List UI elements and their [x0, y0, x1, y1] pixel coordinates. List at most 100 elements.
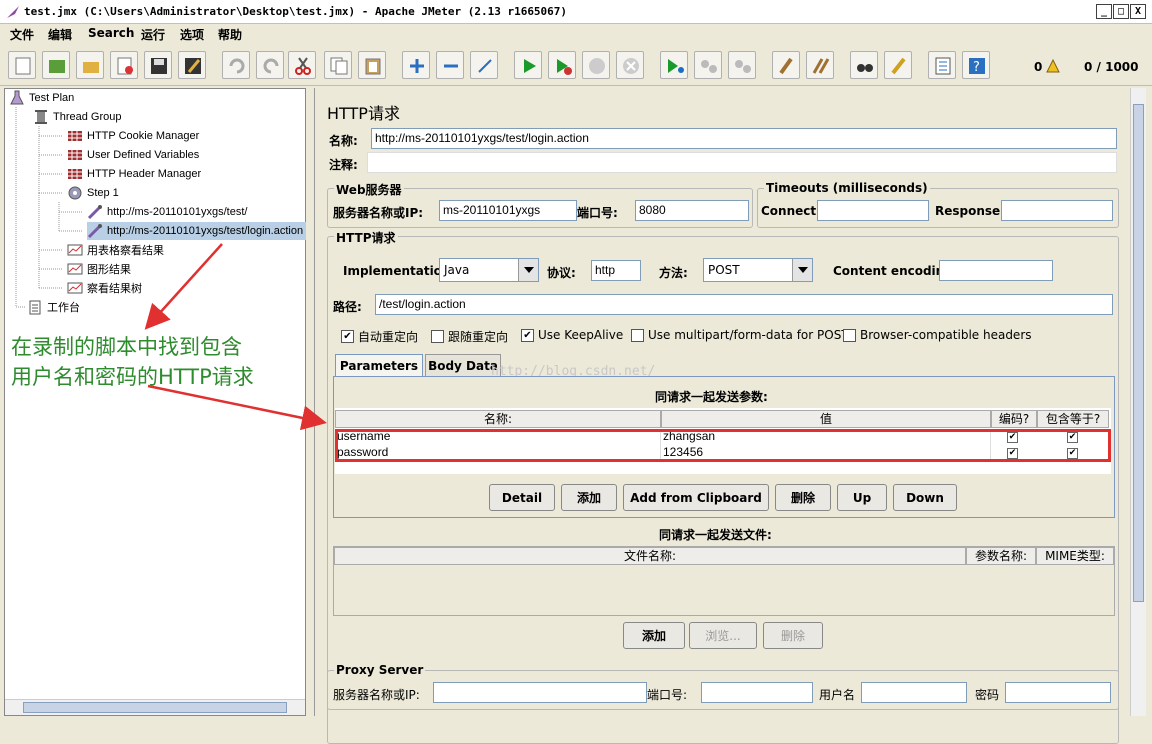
horizontal-scrollbar[interactable] — [5, 699, 305, 715]
remote-stop-icon[interactable] — [694, 51, 722, 79]
stop-icon[interactable] — [582, 51, 610, 79]
checkbox-box[interactable]: ✔ — [341, 330, 354, 343]
port-label: 端口号: — [577, 206, 618, 220]
method-label: 方法: — [659, 266, 688, 280]
browse-button[interactable]: 浏览... — [689, 622, 757, 649]
save-as-icon[interactable] — [178, 51, 206, 79]
method-select[interactable]: POST — [703, 258, 813, 282]
expand-icon[interactable] — [402, 51, 430, 79]
server-input[interactable]: ms-20110101yxgs — [439, 200, 577, 221]
tab-parameters[interactable]: Parameters — [335, 354, 423, 376]
col-filename-header: 文件名称: — [334, 547, 966, 565]
path-label: 路径: — [333, 300, 362, 314]
proxy-user-input[interactable] — [861, 682, 967, 703]
col-encode-header: 编码? — [991, 410, 1037, 428]
close-file-icon[interactable] — [110, 51, 138, 79]
add-file-button[interactable]: 添加 — [623, 622, 685, 649]
redo-icon[interactable] — [256, 51, 284, 79]
warning-icon[interactable] — [1046, 59, 1060, 73]
scroll-thumb[interactable] — [23, 702, 287, 713]
menu-options[interactable]: 选项 — [180, 26, 204, 43]
menu-help[interactable]: 帮助 — [218, 26, 242, 43]
start-no-pause-icon[interactable] — [548, 51, 576, 79]
add-from-clipboard-button[interactable]: Add from Clipboard — [623, 484, 769, 511]
group-title: Proxy Server — [334, 663, 426, 677]
shutdown-icon[interactable] — [616, 51, 644, 79]
name-input[interactable]: http://ms-20110101yxgs/test/login.action — [371, 128, 1117, 149]
files-table: 文件名称: 参数名称: MIME类型: — [333, 546, 1115, 616]
copy-icon[interactable] — [324, 51, 352, 79]
detail-button[interactable]: Detail — [489, 484, 555, 511]
response-label: Response: — [935, 204, 1005, 218]
up-button[interactable]: Up — [837, 484, 887, 511]
menu-search[interactable]: Search — [88, 26, 134, 40]
proxy-port-input[interactable] — [701, 682, 813, 703]
maximize-button[interactable]: □ — [1113, 4, 1129, 19]
highlight-box — [335, 429, 1111, 462]
proxy-password-label: 密码 — [975, 688, 1000, 702]
checkbox-box[interactable]: ✔ — [521, 328, 534, 342]
tab-body-data[interactable]: Body Data — [425, 354, 501, 376]
save-icon[interactable] — [144, 51, 172, 79]
open-icon[interactable] — [76, 51, 104, 79]
proxy-server-input[interactable] — [433, 682, 647, 703]
col-value-header: 值 — [661, 410, 991, 428]
checkbox-box[interactable] — [843, 328, 856, 342]
help-icon[interactable]: ? — [962, 51, 990, 79]
delete-file-button[interactable]: 删除 — [763, 622, 823, 649]
menu-run[interactable]: 运行 — [141, 26, 165, 43]
name-label: 名称: — [329, 134, 358, 148]
function-helper-icon[interactable] — [928, 51, 956, 79]
clear-all-icon[interactable] — [806, 51, 834, 79]
new-icon[interactable] — [8, 51, 36, 79]
undo-icon[interactable] — [222, 51, 250, 79]
menu-bar: 文件 编辑 Search 运行 选项 帮助 — [0, 24, 1152, 44]
scroll-thumb[interactable] — [1133, 104, 1144, 602]
auto-redirect-checkbox[interactable]: ✔ 自动重定向 — [341, 328, 418, 345]
toggle-icon[interactable] — [470, 51, 498, 79]
connect-input[interactable] — [817, 200, 929, 221]
add-button[interactable]: 添加 — [561, 484, 617, 511]
paste-icon[interactable] — [358, 51, 386, 79]
group-title: HTTP请求 — [334, 229, 398, 246]
delete-button[interactable]: 删除 — [775, 484, 831, 511]
minimize-button[interactable]: _ — [1096, 4, 1112, 19]
close-button[interactable]: X — [1130, 4, 1146, 19]
clear-icon[interactable] — [772, 51, 800, 79]
checkbox-label: 跟随重定向 — [448, 330, 509, 344]
comment-label: 注释: — [329, 158, 358, 172]
collapse-icon[interactable] — [436, 51, 464, 79]
toolbar: ? 0 0 / 1000 — [0, 46, 1152, 86]
comment-input[interactable] — [367, 152, 1117, 173]
col-mime-header: MIME类型: — [1036, 547, 1114, 565]
params-caption: 同请求一起发送参数: — [655, 390, 768, 404]
svg-text:?: ? — [973, 60, 980, 75]
start-icon[interactable] — [514, 51, 542, 79]
search-binoculars-icon[interactable] — [850, 51, 878, 79]
browser-headers-checkbox[interactable]: Browser-compatible headers — [843, 328, 1032, 342]
templates-icon[interactable] — [42, 51, 70, 79]
cut-icon[interactable] — [288, 51, 316, 79]
down-button[interactable]: Down — [893, 484, 957, 511]
content-encoding-input[interactable] — [939, 260, 1053, 281]
response-input[interactable] — [1001, 200, 1113, 221]
protocol-input[interactable]: http — [591, 260, 641, 281]
reset-search-icon[interactable] — [884, 51, 912, 79]
menu-edit[interactable]: 编辑 — [48, 26, 72, 43]
server-label: 服务器名称或IP: — [333, 206, 424, 220]
follow-redirect-checkbox[interactable]: 跟随重定向 — [431, 328, 508, 345]
path-input[interactable]: /test/login.action — [375, 294, 1113, 315]
remote-exit-icon[interactable] — [728, 51, 756, 79]
checkbox-box[interactable] — [631, 328, 644, 342]
keepalive-checkbox[interactable]: ✔ Use KeepAlive — [521, 328, 623, 342]
remote-start-icon[interactable] — [660, 51, 688, 79]
checkbox-box[interactable] — [431, 330, 444, 343]
menu-file[interactable]: 文件 — [10, 26, 34, 43]
proxy-password-input[interactable] — [1005, 682, 1111, 703]
warning-count: 0 — [1034, 60, 1043, 74]
port-input[interactable]: 8080 — [635, 200, 749, 221]
multipart-checkbox[interactable]: Use multipart/form-data for POST — [631, 328, 849, 342]
implementation-select[interactable]: Java — [439, 258, 539, 282]
vertical-scrollbar[interactable] — [1130, 88, 1146, 716]
pane-splitter[interactable] — [306, 88, 314, 716]
